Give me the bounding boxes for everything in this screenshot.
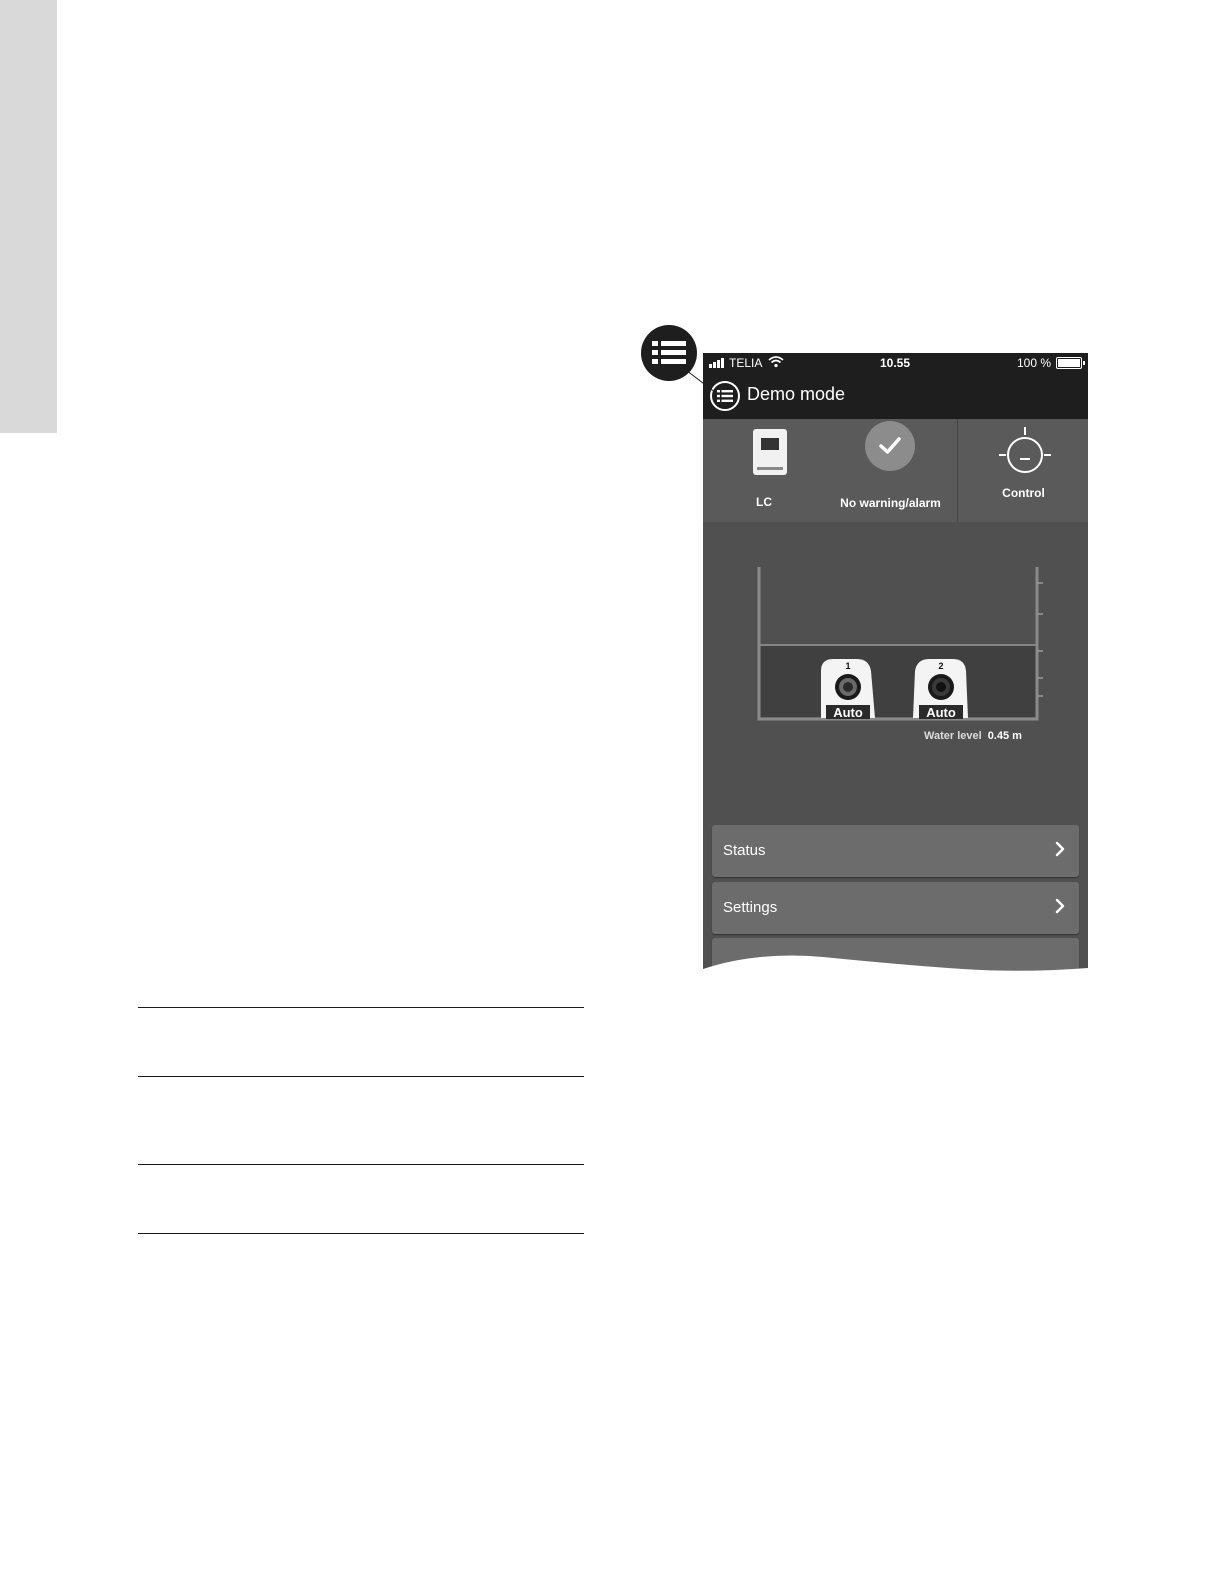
check-icon <box>865 421 915 471</box>
side-tab-marker <box>0 0 57 433</box>
pump-1-number: 1 <box>845 661 850 671</box>
water-level-label: Water level <box>924 730 982 742</box>
water-level-readout: Water level 0.45 m <box>924 730 1022 742</box>
status-bar: TELIA 10.55 100 % <box>703 353 1088 373</box>
control-icon <box>999 427 1051 473</box>
divider-line <box>138 1164 584 1165</box>
menu-item-settings[interactable]: Settings <box>712 882 1079 934</box>
battery-percent: 100 % <box>1017 356 1052 370</box>
water-level-value: 0.45 m <box>987 730 1022 742</box>
pump-1-mode: Auto <box>833 705 863 720</box>
pump-2-mode: Auto <box>926 705 956 720</box>
callout-menu-icon <box>641 325 697 381</box>
controller-tile[interactable]: LC <box>703 419 825 522</box>
chevron-right-icon <box>1055 898 1065 914</box>
overview-tiles: LC No warning/alarm Control <box>703 419 1088 522</box>
phone-screenshot: TELIA 10.55 100 % Demo mode LC No warnin… <box>703 353 1088 973</box>
pump-1[interactable]: 1 Auto <box>821 659 875 720</box>
tank-diagram: 1 Auto 2 Auto <box>757 567 1043 721</box>
alarm-status-label: No warning/alarm <box>840 496 941 510</box>
water-fill <box>760 645 1036 717</box>
torn-edge <box>703 955 1088 973</box>
pump-2[interactable]: 2 Auto <box>913 659 968 720</box>
wifi-icon <box>768 356 784 368</box>
battery-icon <box>1056 357 1085 369</box>
menu-item-label: Status <box>723 842 766 859</box>
clock-time: 10.55 <box>880 356 911 370</box>
menu-item-status[interactable]: Status <box>712 825 1079 877</box>
chevron-right-icon <box>1055 841 1065 857</box>
divider-line <box>138 1076 584 1077</box>
divider-line <box>138 1233 584 1234</box>
nav-bar: Demo mode <box>703 373 1088 419</box>
page-title: Demo mode <box>747 384 846 404</box>
pump-2-number: 2 <box>938 661 943 671</box>
menu-item-label: Settings <box>723 899 778 916</box>
alarm-tile[interactable]: No warning/alarm <box>825 419 956 522</box>
controller-label: LC <box>756 495 772 509</box>
controller-icon <box>753 429 787 475</box>
carrier-name: TELIA <box>729 356 763 370</box>
divider-line <box>138 1007 584 1008</box>
control-label: Control <box>1002 486 1045 500</box>
control-tile[interactable]: Control <box>957 419 1088 522</box>
